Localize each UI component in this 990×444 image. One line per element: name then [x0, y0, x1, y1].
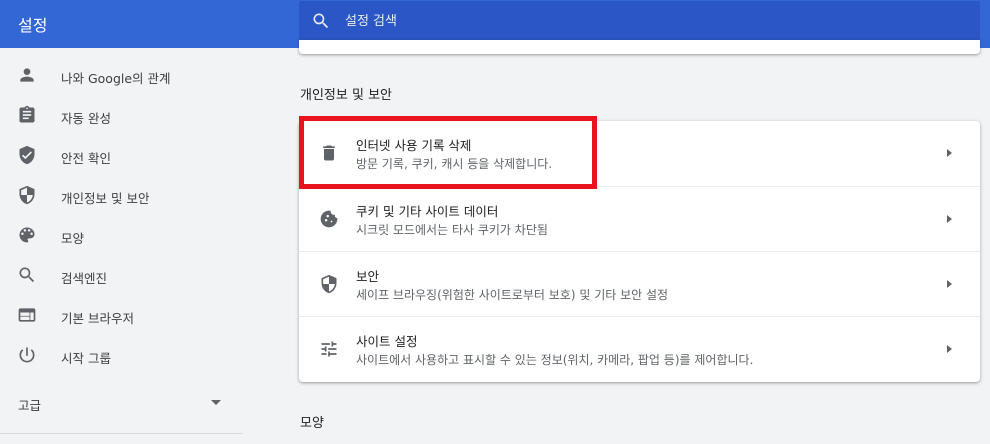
- sidebar-item-label: 기본 브라우저: [61, 311, 134, 326]
- chevron-right-icon: [947, 149, 952, 157]
- sidebar-divider: [0, 433, 243, 434]
- browser-icon: [18, 308, 36, 322]
- sidebar-item-label: 자동 완성: [61, 111, 111, 126]
- sidebar-item-privacy-security[interactable]: 개인정보 및 보안: [0, 176, 243, 216]
- row-security[interactable]: 보안 세이프 브라우징(위험한 사이트로부터 보호) 및 기타 보안 설정: [299, 251, 980, 316]
- section-title-privacy: 개인정보 및 보안: [300, 88, 392, 103]
- chevron-right-icon: [947, 280, 952, 288]
- advanced-toggle[interactable]: 고급: [0, 383, 243, 423]
- chevron-right-icon: [947, 345, 952, 353]
- search-icon: [19, 267, 35, 283]
- previous-section-card: [299, 40, 980, 54]
- sidebar: 나와 Google의 관계 자동 완성 안전 확인 개인정보 및 보안 모양 검…: [0, 48, 243, 444]
- sidebar-item-label: 개인정보 및 보안: [61, 191, 150, 206]
- shield-icon: [19, 185, 35, 205]
- highlight-box: [299, 116, 597, 189]
- row-subtitle: 세이프 브라우징(위험한 사이트로부터 보호) 및 기타 보안 설정: [356, 288, 669, 302]
- shield-check-icon: [19, 145, 35, 165]
- sidebar-item-safety-check[interactable]: 안전 확인: [0, 136, 243, 176]
- advanced-label: 고급: [18, 398, 42, 413]
- section-title-appearance: 모양: [300, 416, 324, 431]
- power-icon: [19, 347, 35, 363]
- search-input[interactable]: [345, 1, 945, 41]
- shield-icon: [321, 274, 337, 294]
- sidebar-item-on-startup[interactable]: 시작 그룹: [0, 336, 243, 376]
- row-subtitle: 시크릿 모드에서는 타사 쿠키가 차단됨: [356, 223, 548, 237]
- cookie-icon: [320, 210, 338, 228]
- sidebar-item-label: 검색엔진: [61, 271, 108, 286]
- sidebar-item-default-browser[interactable]: 기본 브라우저: [0, 296, 243, 336]
- sidebar-item-you-and-google[interactable]: 나와 Google의 관계: [0, 56, 243, 96]
- sidebar-item-label: 시작 그룹: [61, 351, 111, 366]
- sidebar-item-appearance[interactable]: 모양: [0, 216, 243, 256]
- caret-down-icon: [211, 400, 221, 405]
- palette-icon: [19, 227, 35, 243]
- clipboard-icon: [19, 105, 35, 123]
- sidebar-item-autofill[interactable]: 자동 완성: [0, 96, 243, 136]
- row-site-settings[interactable]: 사이트 설정 사이트에서 사용하고 표시할 수 있는 정보(위치, 카메라, 팝…: [299, 316, 980, 381]
- search-box[interactable]: [299, 1, 980, 41]
- row-title: 사이트 설정: [356, 334, 418, 349]
- sidebar-item-label: 나와 Google의 관계: [61, 71, 171, 86]
- row-title: 보안: [356, 269, 380, 284]
- sidebar-item-label: 모양: [61, 231, 85, 246]
- person-icon: [20, 68, 34, 82]
- row-cookies[interactable]: 쿠키 및 기타 사이트 데이터 시크릿 모드에서는 타사 쿠키가 차단됨: [299, 186, 980, 251]
- tune-icon: [321, 341, 337, 357]
- row-title: 쿠키 및 기타 사이트 데이터: [356, 204, 499, 219]
- row-subtitle: 사이트에서 사용하고 표시할 수 있는 정보(위치, 카메라, 팝업 등)를 제…: [356, 353, 754, 367]
- sidebar-item-search-engine[interactable]: 검색엔진: [0, 256, 243, 296]
- sidebar-item-label: 안전 확인: [61, 151, 111, 166]
- search-icon: [313, 13, 329, 29]
- app-title: 설정: [18, 16, 48, 35]
- chevron-right-icon: [947, 215, 952, 223]
